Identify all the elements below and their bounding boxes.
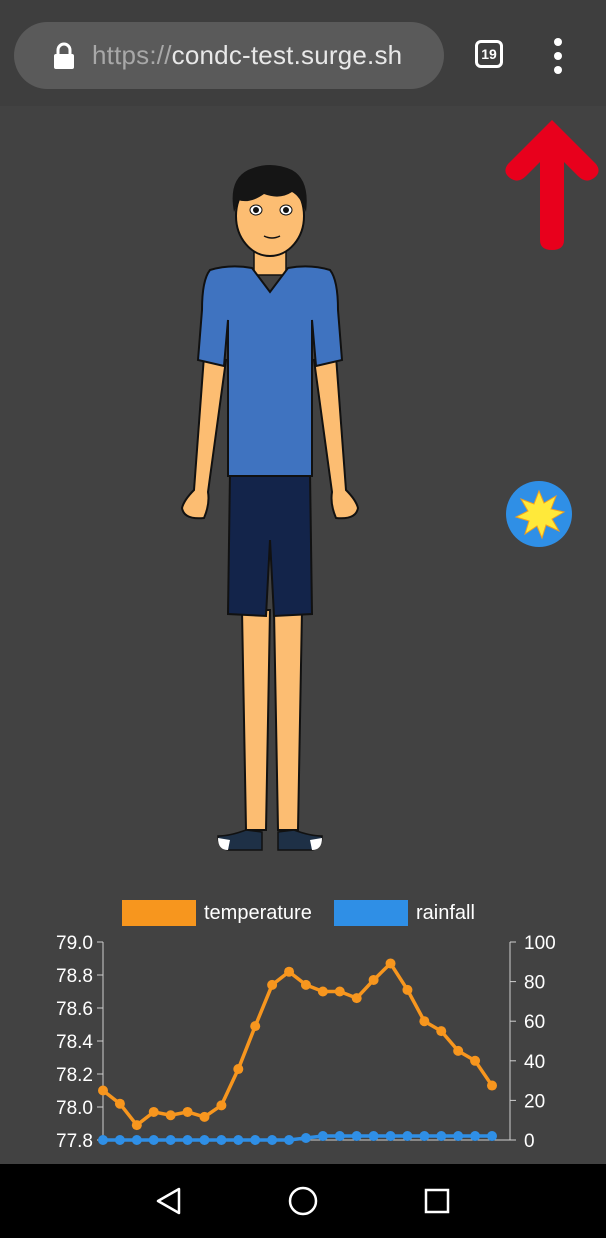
url-host: condc-test.surge.sh bbox=[171, 40, 403, 70]
data-point-rainfall bbox=[267, 1135, 278, 1145]
data-point-temperature bbox=[402, 984, 413, 995]
temperature-rainfall-chart: 79.0 78.8 78.6 78.4 78.2 78.0 77.8 100 80 60 40 20 0 bbox=[56, 933, 556, 1152]
data-point-rainfall bbox=[199, 1135, 210, 1145]
y-left-tick-label: 78.6 bbox=[56, 999, 93, 1020]
data-point-temperature bbox=[148, 1106, 159, 1117]
y-right-tick-label: 80 bbox=[524, 973, 545, 994]
up-arrow-icon[interactable] bbox=[498, 110, 606, 252]
y-right-tick-label: 100 bbox=[524, 933, 556, 954]
browser-toolbar: https://condc-test.surge.sh 19 bbox=[0, 0, 606, 106]
data-point-rainfall bbox=[334, 1131, 345, 1142]
address-bar[interactable]: https://condc-test.surge.sh bbox=[14, 22, 444, 89]
data-point-temperature bbox=[368, 974, 379, 985]
data-point-rainfall bbox=[419, 1131, 430, 1142]
legend-swatch-rainfall bbox=[334, 900, 408, 926]
data-point-temperature bbox=[385, 958, 396, 969]
data-point-temperature bbox=[436, 1026, 447, 1037]
y-left-tick-label: 78.4 bbox=[56, 1032, 93, 1053]
data-point-temperature bbox=[300, 979, 311, 990]
data-point-temperature bbox=[250, 1021, 261, 1032]
y-left-tick-label: 79.0 bbox=[56, 933, 93, 954]
data-point-rainfall bbox=[250, 1135, 261, 1145]
recents-square-icon[interactable] bbox=[412, 1176, 462, 1226]
legend-swatch-temperature bbox=[122, 900, 196, 926]
data-point-rainfall bbox=[165, 1135, 176, 1145]
data-point-temperature bbox=[419, 1016, 430, 1027]
data-point-temperature bbox=[216, 1100, 227, 1111]
y-right-tick-label: 60 bbox=[524, 1012, 545, 1033]
data-point-temperature bbox=[317, 986, 328, 997]
y-left-tick-label: 78.2 bbox=[56, 1065, 93, 1086]
y-right-tick-label: 0 bbox=[524, 1131, 535, 1152]
home-circle-icon[interactable] bbox=[278, 1176, 328, 1226]
lock-icon bbox=[54, 42, 74, 69]
data-point-rainfall bbox=[385, 1131, 396, 1142]
data-point-temperature bbox=[334, 986, 345, 997]
data-point-rainfall bbox=[470, 1131, 481, 1142]
y-left-tick-label: 78.0 bbox=[56, 1098, 93, 1119]
data-point-temperature bbox=[98, 1085, 108, 1096]
sun-icon[interactable] bbox=[504, 479, 574, 549]
legend-item-rainfall[interactable]: rainfall bbox=[334, 900, 475, 926]
url-text: https://condc-test.surge.sh bbox=[92, 40, 402, 71]
data-point-rainfall bbox=[98, 1135, 108, 1145]
legend-label-rainfall: rainfall bbox=[416, 901, 475, 924]
data-point-temperature bbox=[284, 966, 295, 977]
back-triangle-icon[interactable] bbox=[144, 1176, 194, 1226]
data-point-temperature bbox=[233, 1064, 244, 1075]
data-point-rainfall bbox=[351, 1131, 362, 1142]
url-scheme: https:// bbox=[92, 40, 172, 70]
data-point-temperature bbox=[487, 1080, 497, 1091]
data-point-rainfall bbox=[233, 1135, 244, 1145]
y-right-tick-label: 40 bbox=[524, 1052, 545, 1073]
data-point-rainfall bbox=[216, 1135, 227, 1145]
data-point-temperature bbox=[165, 1110, 176, 1121]
legend-item-temperature[interactable]: temperature bbox=[122, 900, 312, 926]
data-point-rainfall bbox=[131, 1135, 142, 1145]
y-right-tick-label: 20 bbox=[524, 1091, 545, 1112]
data-point-temperature bbox=[114, 1098, 125, 1109]
data-point-rainfall bbox=[368, 1131, 379, 1142]
data-point-temperature bbox=[453, 1045, 464, 1056]
series-line-temperature bbox=[101, 961, 494, 1127]
data-point-rainfall bbox=[300, 1133, 311, 1144]
legend-label-temperature: temperature bbox=[204, 901, 312, 924]
data-point-temperature bbox=[470, 1055, 481, 1066]
data-point-temperature bbox=[351, 993, 362, 1004]
more-vert-icon[interactable] bbox=[546, 38, 572, 74]
y-left-tick-label: 78.8 bbox=[56, 966, 93, 987]
data-point-rainfall bbox=[114, 1135, 125, 1145]
data-point-rainfall bbox=[182, 1135, 193, 1145]
data-point-temperature bbox=[131, 1120, 142, 1131]
data-point-rainfall bbox=[317, 1131, 328, 1142]
data-point-rainfall bbox=[487, 1131, 497, 1142]
chart-legend: temperature rainfall bbox=[0, 900, 606, 934]
data-point-temperature bbox=[267, 979, 278, 990]
data-point-temperature bbox=[199, 1111, 210, 1122]
person-avatar bbox=[180, 165, 360, 851]
tab-switcher-button[interactable]: 19 bbox=[475, 40, 503, 68]
data-point-rainfall bbox=[402, 1131, 413, 1142]
system-nav-bar bbox=[0, 1164, 606, 1238]
data-point-rainfall bbox=[284, 1135, 295, 1145]
data-point-rainfall bbox=[148, 1135, 159, 1145]
data-point-rainfall bbox=[453, 1131, 464, 1142]
series-line-rainfall bbox=[103, 1134, 492, 1142]
data-point-rainfall bbox=[436, 1131, 447, 1142]
y-left-tick-label: 77.8 bbox=[56, 1131, 93, 1152]
data-point-temperature bbox=[182, 1106, 193, 1117]
